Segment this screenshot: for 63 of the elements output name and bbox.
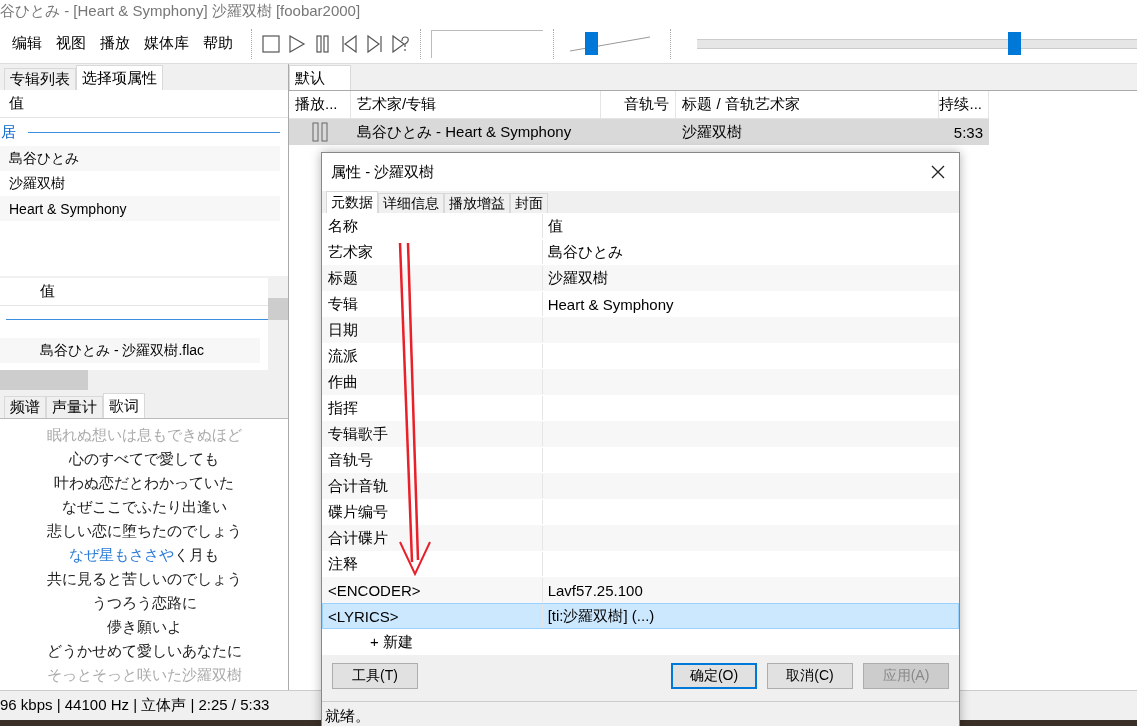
panel-tab[interactable]: 歌词 [103, 393, 145, 418]
file-name: 島谷ひとみ - 沙羅双樹.flac [0, 338, 260, 363]
table-cell-text: 沙羅双樹 [681, 122, 744, 142]
panel-tab[interactable]: 声量计 [46, 396, 103, 418]
next-icon [367, 34, 383, 53]
previous-icon [341, 34, 357, 53]
lyric-line: 眠れぬ想いは息もできぬほど [46, 425, 242, 445]
panel-tab[interactable]: 频谱 [4, 396, 46, 418]
panel-tab[interactable]: 专辑列表 [4, 68, 76, 90]
dialog-button[interactable]: 确定(O) [671, 663, 757, 689]
menu-item[interactable]: 帮助 [203, 34, 233, 53]
play-icon [288, 34, 306, 53]
menu-item[interactable]: 编辑 [12, 34, 42, 53]
lyric-line: どうかせめて愛しいあなたに [46, 641, 242, 661]
metadata-row[interactable]: 日期 [322, 317, 959, 343]
input-field[interactable] [431, 29, 543, 58]
metadata-row[interactable]: <ENCODER> Lavf57.25.100 [322, 577, 959, 603]
playlist-row[interactable]: 島谷ひとみ - Heart & Symphony 沙羅双樹 5:33 [289, 119, 989, 145]
dialog-button[interactable]: 取消(C) [767, 663, 853, 689]
lyric-line: 悲しい恋に堕ちたのでしょう [46, 521, 242, 541]
property-value: Heart & Symphony [0, 196, 280, 221]
dialog-tab[interactable]: 详细信息 [378, 193, 444, 213]
seek-thumb[interactable] [1007, 31, 1021, 55]
random-icon [392, 34, 410, 53]
lyric-line: 心のすべてで愛しても [69, 449, 219, 469]
metadata-row[interactable]: 作曲 [322, 369, 959, 395]
metadata-row[interactable]: 合计音轨 [322, 473, 959, 499]
column-header: 值 [9, 94, 24, 113]
pause-icon [316, 34, 330, 53]
metadata-row[interactable]: 专辑歌手 [322, 421, 959, 447]
metadata-row[interactable]: <LYRICS> [ti:沙羅双樹] (...) [322, 603, 959, 629]
column-header[interactable]: 名称 [323, 214, 543, 238]
column-header: 值 [40, 282, 55, 301]
lyric-line: なぜ星もささや く月も [69, 545, 219, 565]
section-title: 居 [1, 122, 16, 142]
menu-item[interactable]: 视图 [56, 34, 86, 53]
dialog-title: 属性 - 沙羅双樹 [331, 162, 435, 182]
panel-tab[interactable]: 选择项属性 [76, 65, 163, 90]
stop-icon [262, 34, 280, 53]
dialog-tab[interactable]: 封面 [510, 193, 548, 213]
dialog-status: 就绪。 [322, 701, 959, 726]
playlist-tab[interactable]: 默认 [289, 65, 351, 90]
dialog-tab[interactable]: 播放增益 [444, 193, 510, 213]
menu-item[interactable]: 播放 [100, 34, 130, 53]
metadata-row[interactable]: 合计碟片 [322, 525, 959, 551]
dialog-button[interactable]: 工具(T) [332, 663, 418, 689]
volume-thumb[interactable] [585, 31, 598, 55]
metadata-row[interactable]: 标题 沙羅双樹 [322, 265, 959, 291]
lyric-line: なぜここでふたり出逢い [61, 497, 227, 517]
lyric-line: そっとそっと咲いた沙羅双樹 [46, 665, 242, 685]
lyric-line: 儚き願いよ [106, 617, 182, 637]
dialog-tab[interactable]: 元数据 [326, 191, 378, 213]
lyric-line: 叶わぬ恋だとわかっていた [54, 473, 234, 493]
property-value: 島谷ひとみ [0, 146, 280, 171]
close-button[interactable] [929, 163, 947, 181]
lyric-line: 共に見ると苦しいのでしょう [46, 569, 242, 589]
column-header[interactable]: 值 [542, 214, 958, 238]
menu-item[interactable]: 媒体库 [144, 34, 189, 53]
lyric-line: うつろう恋路に [91, 593, 197, 613]
table-cell-text: 5:33 [952, 123, 984, 141]
table-cell-text: 島谷ひとみ - Heart & Symphony [355, 122, 573, 142]
window-title: 谷ひとみ - [Heart & Symphony] 沙羅双樹 [foobar2000] [0, 0, 1137, 24]
scrollbar-thumb[interactable] [0, 370, 88, 390]
